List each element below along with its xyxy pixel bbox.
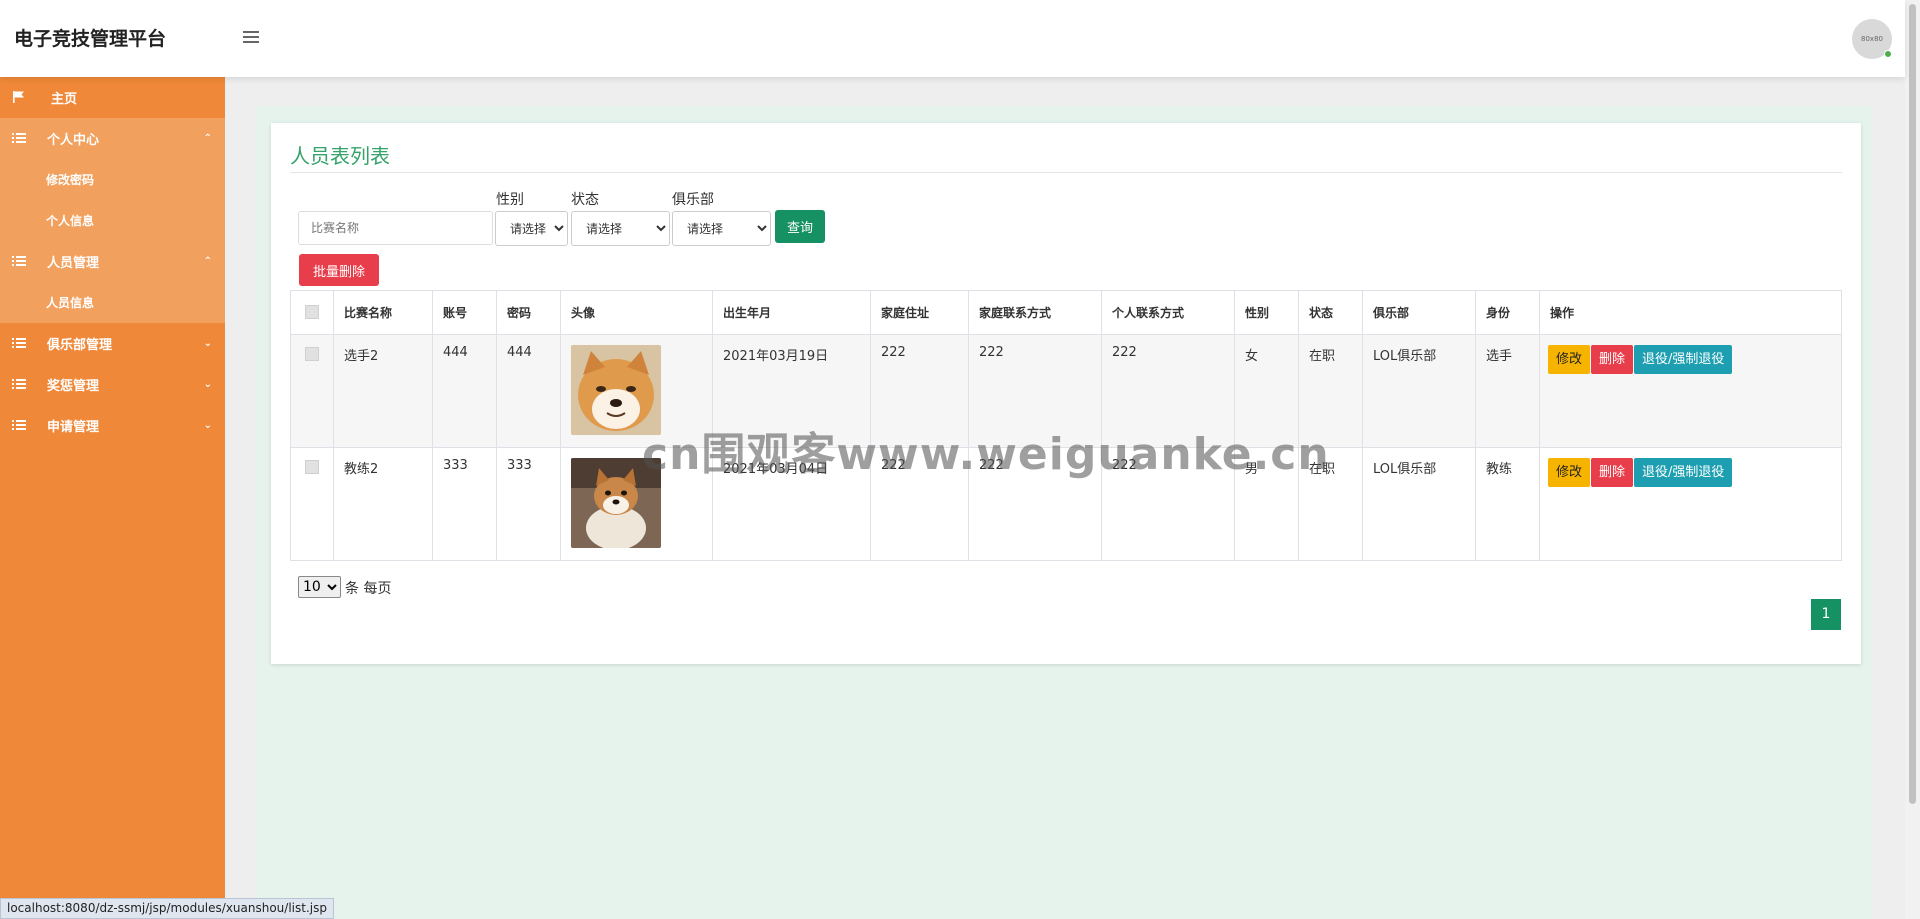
delete-button[interactable]: 删除 — [1591, 345, 1634, 374]
column-header: 身份 — [1475, 290, 1540, 335]
cell-password: 333 — [496, 447, 561, 561]
edit-button[interactable]: 修改 — [1548, 458, 1591, 487]
sidebar-item-personal-center[interactable]: 个人中心 ⌃ — [0, 118, 225, 159]
staff-management-submenu: 人员信息 — [0, 282, 225, 323]
sidebar-item-application-management[interactable]: 申请管理 ⌄ — [0, 405, 225, 446]
column-header: 头像 — [560, 290, 713, 335]
sidebar-item-home[interactable]: 主页 — [0, 77, 225, 118]
online-status-dot — [1884, 50, 1892, 58]
chevron-down-icon: ⌄ — [203, 338, 212, 349]
column-header: 账号 — [432, 290, 497, 335]
chevron-down-icon: ⌄ — [203, 379, 212, 390]
column-header: 家庭住址 — [870, 290, 969, 335]
cell-actions: 修改 删除 退役/强制退役 — [1539, 447, 1842, 561]
chevron-down-icon: ⌄ — [203, 420, 212, 431]
top-header: 电子竞技管理平台 80x80 — [0, 0, 1905, 77]
scrollbar-thumb[interactable] — [1909, 4, 1916, 804]
column-header: 俱乐部 — [1362, 290, 1476, 335]
cell-name: 选手2 — [333, 334, 433, 448]
watermark-text: cn围观客www.weiguanke.cn — [642, 429, 1330, 480]
club-filter-label: 俱乐部 — [672, 192, 714, 208]
page-size-select[interactable]: 10 — [298, 576, 341, 598]
sidebar-item-staff-management[interactable]: 人员管理 ⌃ — [0, 241, 225, 282]
batch-delete-button[interactable]: 批量删除 — [299, 254, 379, 286]
delete-button[interactable]: 删除 — [1591, 458, 1634, 487]
retire-button[interactable]: 退役/强制退役 — [1634, 458, 1733, 487]
cell-club: LOL俱乐部 — [1362, 447, 1476, 561]
cell-club: LOL俱乐部 — [1362, 334, 1476, 448]
avatar[interactable]: 80x80 — [1852, 19, 1892, 59]
cell-identity: 教练 — [1475, 447, 1540, 561]
sidebar-item-staff-info[interactable]: 人员信息 — [0, 282, 225, 323]
sidebar-item-label: 人员管理 — [47, 256, 100, 271]
sidebar: 主页 个人中心 ⌃ 修改密码 个人信息 人员管理 ⌃ 人员信息 俱乐部管理 ⌄ — [0, 77, 225, 919]
staff-list-card: 人员表列表 性别 请选择 状态 请选择 俱乐部 请选择 查询 批量删除 比赛名称… — [271, 123, 1861, 664]
column-header: 密码 — [496, 290, 561, 335]
list-icon — [12, 420, 26, 430]
sidebar-item-change-password[interactable]: 修改密码 — [0, 159, 225, 200]
row-checkbox[interactable] — [305, 347, 319, 361]
column-header: 性别 — [1234, 290, 1299, 335]
list-icon — [12, 338, 26, 348]
column-header: 状态 — [1298, 290, 1363, 335]
gender-select[interactable]: 请选择 — [495, 211, 568, 246]
gender-filter-label: 性别 — [496, 192, 524, 208]
table-header-row: 比赛名称 账号 密码 头像 出生年月 家庭住址 家庭联系方式 个人联系方式 性别… — [290, 290, 1842, 335]
title-divider — [290, 172, 1842, 173]
brand-title: 电子竞技管理平台 — [14, 28, 167, 50]
column-header: 出生年月 — [712, 290, 871, 335]
column-header: 操作 — [1539, 290, 1842, 335]
sidebar-item-label: 奖惩管理 — [47, 379, 100, 394]
list-icon — [12, 133, 26, 143]
sidebar-item-label: 申请管理 — [47, 420, 100, 435]
sidebar-item-label: 个人中心 — [47, 133, 100, 148]
chevron-up-icon: ⌃ — [203, 256, 212, 267]
chevron-up-icon: ⌃ — [203, 133, 212, 144]
retire-button[interactable]: 退役/强制退役 — [1634, 345, 1733, 374]
sidebar-item-label: 俱乐部管理 — [47, 338, 113, 353]
menu-toggle-icon[interactable] — [243, 31, 259, 43]
avatar-text: 80x80 — [1861, 35, 1883, 43]
search-button[interactable]: 查询 — [775, 210, 825, 243]
row-select-cell[interactable] — [290, 447, 334, 561]
list-icon — [12, 379, 26, 389]
page-1-button[interactable]: 1 — [1811, 599, 1841, 630]
sidebar-item-club-management[interactable]: 俱乐部管理 ⌄ — [0, 323, 225, 364]
select-all-checkbox[interactable] — [305, 305, 319, 319]
browser-status-bar: localhost:8080/dz-ssmj/jsp/modules/xuans… — [0, 898, 334, 919]
cell-account: 333 — [432, 447, 497, 561]
sidebar-item-personal-info[interactable]: 个人信息 — [0, 200, 225, 241]
edit-button[interactable]: 修改 — [1548, 345, 1591, 374]
column-header: 家庭联系方式 — [968, 290, 1102, 335]
sidebar-item-label: 主页 — [51, 92, 78, 107]
sidebar-item-reward-management[interactable]: 奖惩管理 ⌄ — [0, 364, 225, 405]
match-name-search-input[interactable] — [298, 211, 493, 245]
vertical-scrollbar[interactable] — [1905, 0, 1920, 919]
cell-identity: 选手 — [1475, 334, 1540, 448]
cell-account: 444 — [432, 334, 497, 448]
club-select[interactable]: 请选择 — [672, 211, 771, 246]
row-checkbox[interactable] — [305, 460, 319, 474]
page-size-suffix: 条 每页 — [345, 581, 392, 597]
row-select-cell[interactable] — [290, 334, 334, 448]
cell-name: 教练2 — [333, 447, 433, 561]
status-select[interactable]: 请选择 — [571, 211, 670, 246]
page-title: 人员表列表 — [290, 144, 390, 168]
flag-icon — [13, 91, 24, 103]
cell-actions: 修改 删除 退役/强制退役 — [1539, 334, 1842, 448]
personal-center-submenu: 修改密码 个人信息 — [0, 159, 225, 241]
status-filter-label: 状态 — [571, 192, 599, 208]
cell-password: 444 — [496, 334, 561, 448]
list-icon — [12, 256, 26, 266]
select-all-cell[interactable] — [290, 290, 334, 335]
column-header: 比赛名称 — [333, 290, 433, 335]
column-header: 个人联系方式 — [1101, 290, 1235, 335]
